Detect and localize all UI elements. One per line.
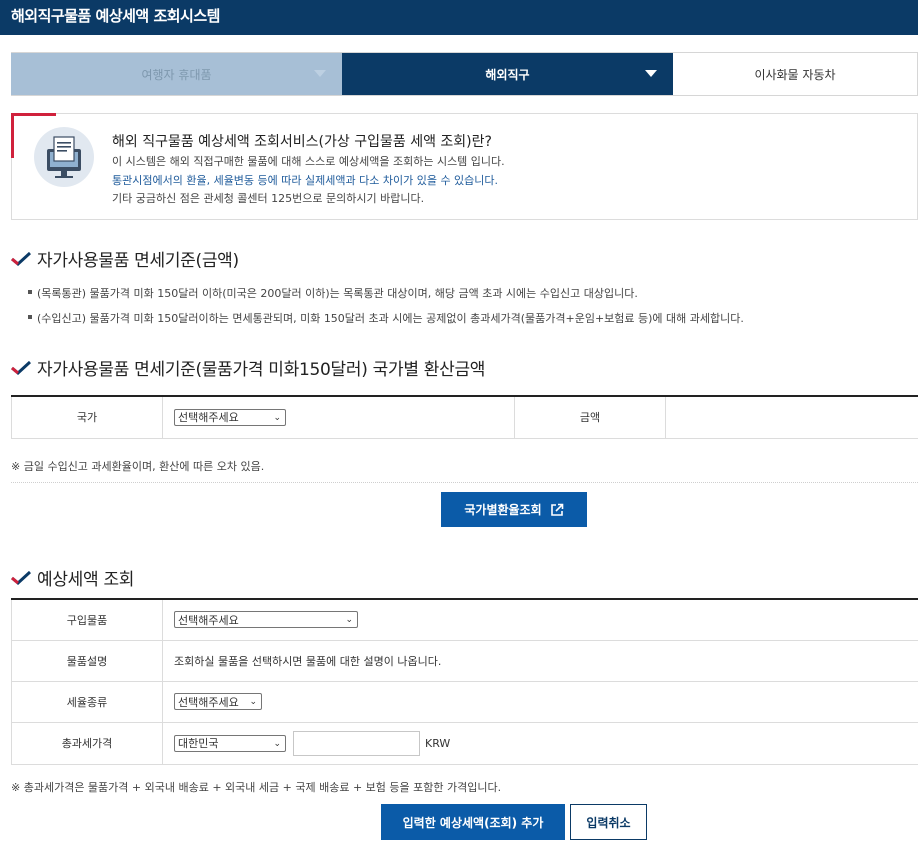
amount-label: 금액 xyxy=(514,396,666,439)
header-bar: 해외직구물품 예상세액 조회시스템 xyxy=(0,0,918,35)
external-link-icon xyxy=(550,503,563,516)
chevron-down-icon: ⌄ xyxy=(249,697,257,707)
currency-label: KRW xyxy=(425,736,451,750)
intro-heading: 해외 직구물품 예상세액 조회서비스(가상 구입물품 세액 조회)란? xyxy=(112,134,492,150)
tab-traveler[interactable]: 여행자 휴대품 xyxy=(11,53,342,95)
tab-label: 이사화물 자동차 xyxy=(754,67,836,82)
caret-down-icon xyxy=(314,70,326,77)
tab-label: 여행자 휴대품 xyxy=(141,67,212,82)
country-label: 국가 xyxy=(11,396,163,439)
tab-direct-purchase[interactable]: 해외직구 xyxy=(342,53,673,95)
section-title: 자가사용물품 면세기준(금액) xyxy=(11,246,239,271)
item-label: 구입물품 xyxy=(11,599,163,641)
caret-down-icon xyxy=(645,70,657,77)
check-icon xyxy=(11,251,31,266)
page-title: 해외직구물품 예상세액 조회시스템 xyxy=(11,7,220,25)
divider xyxy=(11,482,918,483)
section-title: 자가사용물품 면세기준(물품가격 미화150달러) 국가별 환산금액 xyxy=(11,355,485,380)
check-icon xyxy=(11,570,31,585)
exchange-note: ※ 금일 수입신고 과세환율이며, 환산에 따른 오차 있음. xyxy=(11,460,265,473)
cancel-button[interactable]: 입력취소 xyxy=(570,804,647,840)
tab-moving-goods[interactable]: 이사화물 자동차 xyxy=(673,53,918,95)
total-country-select[interactable]: 대한민국 ⌄ xyxy=(174,734,286,752)
accent-bar xyxy=(11,113,56,116)
list-item: (목록통관) 물품가격 미화 150달러 이하(미국은 200달러 이하)는 목… xyxy=(28,287,638,300)
taxtype-select[interactable]: 선택해주세요 ⌄ xyxy=(174,693,262,710)
item-description: 조회하실 물품을 선택하시면 물품에 대한 설명이 나옵니다. xyxy=(162,640,918,682)
chevron-down-icon: ⌄ xyxy=(345,615,353,626)
tax-estimate-table: 구입물품 선택해주세요 ⌄ 물품설명 조회하실 물품을 선택하시면 물품에 대한… xyxy=(11,598,918,765)
category-tabs: 여행자 휴대품 해외직구 이사화물 자동차 xyxy=(11,52,918,96)
exchange-table: 국가 선택해주세요 ⌄ 금액 xyxy=(11,395,918,439)
taxtype-label: 세율종류 xyxy=(11,681,163,723)
total-label: 총과세가격 xyxy=(11,722,163,765)
country-select[interactable]: 선택해주세요 ⌄ xyxy=(174,408,286,426)
intro-box: 해외 직구물품 예상세액 조회서비스(가상 구입물품 세액 조회)란? 이 시스… xyxy=(11,113,918,220)
list-item: (수입신고) 물품가격 미화 150달러이하는 면세통관되며, 미화 150달러… xyxy=(28,312,744,325)
amount-value xyxy=(665,396,918,439)
check-icon xyxy=(11,360,31,375)
accent-bar xyxy=(11,113,14,158)
add-estimate-button[interactable]: 입력한 예상세액(조회) 추가 xyxy=(381,804,565,840)
total-price-input[interactable] xyxy=(292,730,420,756)
chevron-down-icon: ⌄ xyxy=(273,412,281,423)
chevron-down-icon: ⌄ xyxy=(273,738,281,749)
intro-text: 통관시점에서의 환율, 세율변동 등에 따라 실제세액과 다소 차이가 있을 수… xyxy=(112,174,499,187)
item-select[interactable]: 선택해주세요 ⌄ xyxy=(174,611,358,629)
intro-text: 기타 궁금하신 점은 관세청 콜센터 125번으로 문의하시기 바랍니다. xyxy=(112,192,425,205)
desc-label: 물품설명 xyxy=(11,640,163,682)
section-title: 예상세액 조회 xyxy=(11,565,134,590)
monitor-document-icon xyxy=(34,127,94,187)
exchange-rate-button[interactable]: 국가별환율조회 xyxy=(441,492,587,527)
intro-text: 이 시스템은 해외 직접구매한 물품에 대해 스스로 예상세액을 조회하는 시스… xyxy=(112,155,505,168)
total-price-note: ※ 총과세가격은 물품가격 + 외국내 배송료 + 외국내 세금 + 국제 배송… xyxy=(11,781,502,794)
tab-label: 해외직구 xyxy=(485,67,530,82)
